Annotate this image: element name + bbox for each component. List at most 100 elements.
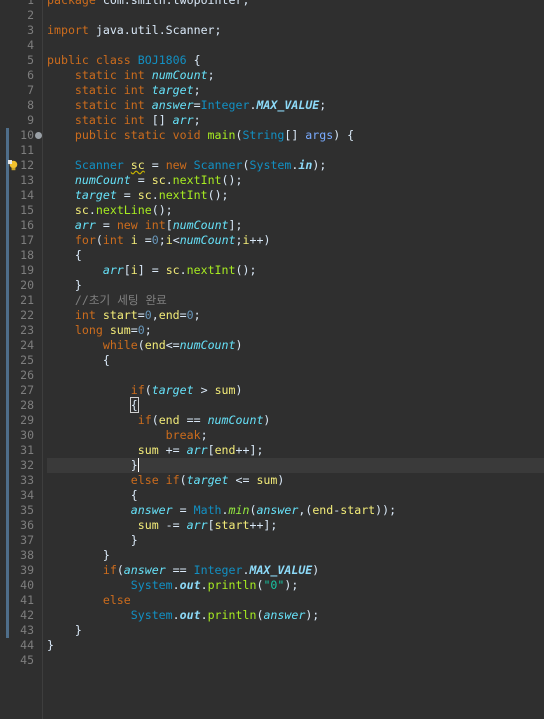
code-line[interactable]: else if(target <= sum) bbox=[43, 473, 544, 488]
code-token: answer bbox=[130, 503, 173, 517]
code-line[interactable]: if(answer == Integer.MAX_VALUE) bbox=[43, 563, 544, 578]
code-line[interactable]: } bbox=[43, 623, 544, 638]
line-number: 2 bbox=[27, 8, 34, 22]
code-token: [ bbox=[207, 518, 215, 532]
code-line[interactable]: } bbox=[43, 548, 544, 563]
code-line[interactable]: } bbox=[43, 278, 544, 293]
code-line[interactable]: if(target > sum) bbox=[43, 383, 544, 398]
code-line-text: static int numCount; bbox=[47, 68, 215, 83]
code-token: ; bbox=[235, 233, 243, 247]
code-line[interactable]: Scanner sc = new Scanner(System.in); bbox=[43, 158, 544, 173]
code-line[interactable]: { bbox=[43, 397, 544, 413]
code-line[interactable]: static int answer=Integer.MAX_VALUE; bbox=[43, 98, 544, 113]
code-token: 0 bbox=[137, 323, 145, 337]
code-token: . bbox=[200, 608, 208, 622]
code-token: 0 bbox=[144, 308, 152, 322]
code-line[interactable]: arr = new int[numCount]; bbox=[43, 218, 544, 233]
code-line[interactable]: target = sc.nextInt(); bbox=[43, 188, 544, 203]
code-token: . bbox=[88, 203, 96, 217]
code-token: [] bbox=[284, 128, 306, 142]
line-number: 27 bbox=[20, 383, 34, 397]
code-token: = bbox=[193, 98, 201, 112]
code-line[interactable]: { bbox=[43, 488, 544, 503]
code-token: in bbox=[298, 158, 313, 172]
code-line-text: static int [] arr; bbox=[47, 113, 201, 128]
code-token: sum bbox=[137, 443, 159, 457]
code-line-text: } bbox=[47, 278, 82, 293]
code-line[interactable] bbox=[43, 143, 544, 158]
code-token: ( bbox=[242, 158, 250, 172]
code-token: end bbox=[158, 308, 180, 322]
code-line[interactable]: sum += arr[end++]; bbox=[43, 443, 544, 458]
code-line[interactable]: long sum=0; bbox=[43, 323, 544, 338]
code-token: . bbox=[200, 578, 208, 592]
code-line[interactable] bbox=[43, 653, 544, 668]
code-line[interactable]: numCount = sc.nextInt(); bbox=[43, 173, 544, 188]
code-line-text: } bbox=[47, 548, 110, 563]
code-line-text: { bbox=[47, 248, 82, 263]
code-line[interactable]: static int target; bbox=[43, 83, 544, 98]
code-line[interactable]: while(end<=numCount) bbox=[43, 338, 544, 353]
code-line[interactable]: sc.nextLine(); bbox=[43, 203, 544, 218]
code-line[interactable]: static int [] arr; bbox=[43, 113, 544, 128]
code-token: ) bbox=[235, 383, 243, 397]
code-editor[interactable]: 1 2 3 4 5 6 7 8 9 10 11 12 13 14 15 16 17 18 19 20 21 22 23 24 2… bbox=[0, 0, 544, 719]
code-line[interactable]: } bbox=[43, 458, 544, 473]
code-token: arr bbox=[172, 113, 194, 127]
code-line[interactable]: break; bbox=[43, 428, 544, 443]
code-line[interactable]: { bbox=[43, 353, 544, 368]
code-line[interactable]: else bbox=[43, 593, 544, 608]
code-token: target bbox=[151, 383, 194, 397]
warning-lightbulb-icon[interactable] bbox=[8, 160, 19, 171]
code-token: nextInt bbox=[158, 188, 208, 202]
code-line[interactable] bbox=[43, 38, 544, 53]
code-line[interactable]: if(end == numCount) bbox=[43, 413, 544, 428]
code-line[interactable]: System.out.println("0"); bbox=[43, 578, 544, 593]
code-token: ,( bbox=[298, 503, 313, 517]
code-token: min bbox=[228, 503, 250, 517]
code-token: start bbox=[102, 308, 138, 322]
code-line-text: int start=0,end=0; bbox=[47, 308, 201, 323]
code-line[interactable]: for(int i =0;i<numCount;i++) bbox=[43, 233, 544, 248]
code-line[interactable] bbox=[43, 8, 544, 23]
code-line[interactable]: sum -= arr[start++]; bbox=[43, 518, 544, 533]
code-line[interactable]: { bbox=[43, 248, 544, 263]
code-line[interactable]: public static void main(String[] args) { bbox=[43, 128, 544, 143]
code-token: end bbox=[214, 443, 236, 457]
code-line[interactable]: answer = Math.min(answer,(end-start)); bbox=[43, 503, 544, 518]
code-token: sum bbox=[109, 323, 131, 337]
code-line[interactable]: static int numCount; bbox=[43, 68, 544, 83]
code-line[interactable]: } bbox=[43, 533, 544, 548]
code-line[interactable]: import java.util.Scanner; bbox=[43, 23, 544, 38]
fold-collapse-icon[interactable] bbox=[35, 132, 42, 139]
code-token: } bbox=[47, 623, 82, 637]
code-line[interactable]: } bbox=[43, 638, 544, 653]
code-line[interactable]: package com.smilh.twopointer; bbox=[43, 0, 544, 8]
code-text-area[interactable]: package com.smilh.twopointer; import java… bbox=[43, 0, 544, 719]
code-token: sc bbox=[165, 263, 180, 277]
code-line[interactable]: System.out.println(answer); bbox=[43, 608, 544, 623]
code-token: sum bbox=[214, 383, 236, 397]
code-token: [ bbox=[165, 218, 173, 232]
line-number: 23 bbox=[20, 323, 34, 337]
code-line[interactable]: //초기 세팅 완료 bbox=[43, 293, 544, 308]
code-token: target bbox=[186, 473, 229, 487]
code-token: ++]; bbox=[235, 443, 264, 457]
code-token: i bbox=[242, 233, 250, 247]
code-line[interactable]: public class BOJ1806 { bbox=[43, 53, 544, 68]
code-token: ++]; bbox=[249, 518, 278, 532]
code-line[interactable]: int start=0,end=0; bbox=[43, 308, 544, 323]
code-token: "0" bbox=[263, 578, 285, 592]
line-number: 16 bbox=[20, 218, 34, 232]
line-number: 15 bbox=[20, 203, 34, 217]
code-line-text: else bbox=[47, 593, 131, 608]
code-line[interactable] bbox=[43, 368, 544, 383]
code-line[interactable]: arr[i] = sc.nextInt(); bbox=[43, 263, 544, 278]
